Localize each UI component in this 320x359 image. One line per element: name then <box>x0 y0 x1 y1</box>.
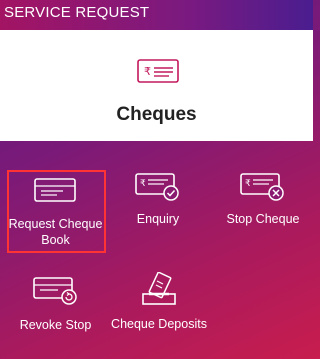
tile-label: Request Cheque Book <box>8 217 103 247</box>
section-title: Cheques <box>116 104 197 125</box>
stop-cheque-tile[interactable]: ₹ Stop Cheque <box>215 172 311 232</box>
tile-label: Revoke Stop <box>19 318 92 332</box>
enquiry-tile[interactable]: ₹ Enquiry <box>110 172 206 232</box>
svg-text:₹: ₹ <box>140 179 146 189</box>
cheque-deposit-icon <box>142 272 176 305</box>
cheque-cancel-icon: ₹ <box>240 173 284 201</box>
tile-label: Stop Cheque <box>226 212 300 226</box>
revoke-stop-tile[interactable]: Revoke Stop <box>7 276 104 336</box>
top-bar: SERVICE REQUEST <box>0 0 313 30</box>
cheque-icon: ₹ <box>137 59 179 83</box>
request-cheque-book-tile[interactable]: Request Cheque Book <box>7 170 106 253</box>
svg-text:₹: ₹ <box>245 179 251 189</box>
cheque-check-icon: ₹ <box>135 173 179 201</box>
cheque-revoke-icon <box>32 277 77 305</box>
page-title: SERVICE REQUEST <box>4 4 150 21</box>
cheque-deposits-tile[interactable]: Cheque Deposits <box>105 272 213 336</box>
cheque-icon <box>34 178 76 202</box>
tile-label: Enquiry <box>136 212 180 226</box>
svg-text:₹: ₹ <box>144 65 151 78</box>
tile-label: Cheque Deposits <box>111 317 207 331</box>
